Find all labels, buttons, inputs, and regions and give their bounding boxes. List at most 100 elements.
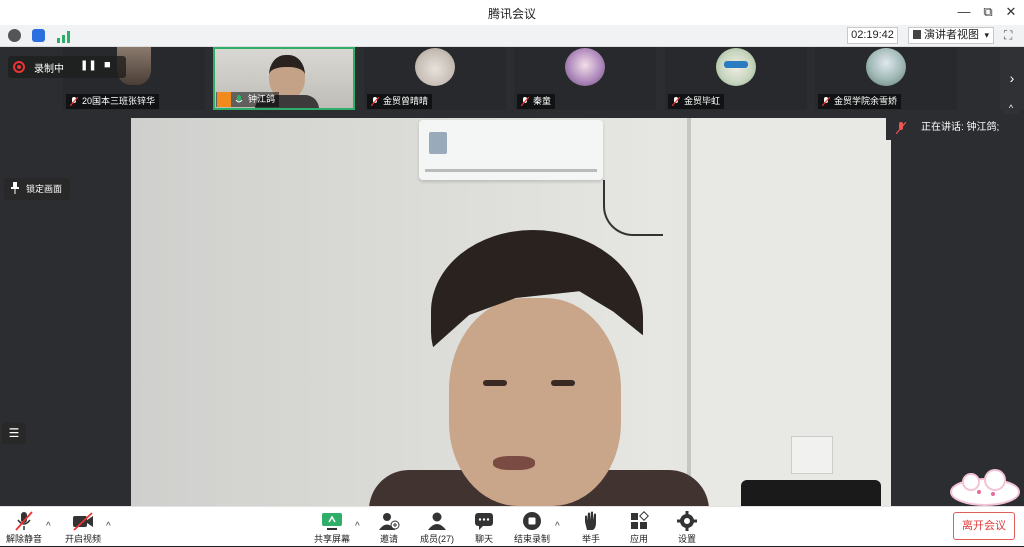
stop-recording-label: 结束录制 [513, 534, 550, 544]
person-mouth [493, 456, 535, 470]
stop-recording-button[interactable]: ■ [104, 59, 111, 71]
participant-tile[interactable]: 金贸毕虹 [665, 47, 807, 110]
next-participants-button[interactable]: › [1000, 47, 1024, 110]
shield-icon[interactable] [32, 29, 45, 42]
participant-name: 钟江鸽 [216, 92, 280, 107]
signal-icon[interactable] [57, 30, 71, 43]
air-conditioner [419, 120, 603, 180]
unmute-label: 解除静音 [5, 534, 42, 544]
ac-cable [603, 180, 663, 236]
avatar-scenery-icon [866, 48, 906, 86]
title-bar: 腾讯会议 — ⧉ ✕ [0, 0, 1024, 25]
decorative-sticker [945, 466, 1023, 506]
collapse-strip-button[interactable]: ^ [1003, 102, 1019, 114]
participant-name-text: 钟江鸽 [248, 94, 276, 104]
lock-view-button[interactable]: 锁定画面 [4, 178, 70, 200]
share-screen-label: 共享屏幕 [313, 534, 350, 544]
speaking-indicator: 正在讲话: 钟江鸽; [886, 116, 1024, 140]
speaker-video [131, 118, 891, 506]
apps-button[interactable]: 应用 [615, 511, 663, 547]
bag [741, 480, 881, 506]
settings-button[interactable]: 设置 [663, 511, 711, 547]
hand-icon [585, 511, 596, 530]
pause-recording-button[interactable]: ❚❚ [80, 60, 97, 71]
add-user-icon [379, 513, 400, 530]
unmute-button[interactable]: 解除静音 [0, 511, 48, 547]
stop-recording-toolbar-button[interactable]: 结束录制 [508, 511, 556, 547]
mic-muted-icon [371, 97, 379, 106]
participant-name-text: 金贸毕虹 [684, 96, 721, 106]
settings-label: 设置 [677, 534, 696, 544]
recording-label: 录制中 [34, 64, 64, 75]
raise-hand-label: 举手 [581, 534, 600, 544]
members-button[interactable]: 成员(27) [413, 511, 461, 547]
participant-name: 金贸学院余雪娇 [818, 94, 902, 109]
fullscreen-icon[interactable]: ⛶ [1004, 28, 1019, 43]
mic-muted-icon [672, 97, 680, 106]
participant-name: 20国本三班张锌华 [66, 94, 160, 109]
start-video-label: 开启视频 [64, 534, 101, 544]
view-mode-dropdown[interactable]: 演讲者视图 ▾ [908, 27, 994, 44]
mic-muted-icon [896, 122, 906, 134]
view-mode-label: 演讲者视图 [924, 29, 979, 41]
start-video-button[interactable]: 开启视频 [59, 511, 107, 547]
participant-strip: 20国本三班张锌华 钟江鸽 金贸曾晴晴 秦童 金贸毕虹 金贸学院余雪娇 录制中 … [0, 47, 1024, 118]
mic-muted-icon [15, 511, 33, 531]
mic-muted-icon [822, 97, 830, 106]
members-label: 成员(27) [419, 534, 454, 544]
restore-button[interactable]: ⧉ [978, 3, 998, 21]
share-screen-icon [322, 513, 342, 530]
chat-button[interactable]: 聊天 [460, 511, 508, 547]
speaking-label: 正在讲话: 钟江鸽; [921, 122, 1000, 133]
participant-tile[interactable]: 秦童 [514, 47, 656, 110]
info-icon[interactable] [8, 29, 21, 42]
list-icon[interactable]: ☰ [2, 422, 26, 444]
share-options-caret[interactable]: ^ [355, 521, 360, 532]
members-icon [428, 512, 446, 530]
glasses-icon [724, 61, 748, 68]
apps-label: 应用 [629, 534, 648, 544]
participant-name-text: 20国本三班张锌华 [82, 96, 156, 106]
gear-icon [677, 511, 697, 531]
camera-off-icon [73, 512, 93, 531]
leave-meeting-button[interactable]: 离开会议 [953, 512, 1015, 540]
lock-view-label: 锁定画面 [26, 184, 63, 194]
participant-tile[interactable]: 金贸学院余雪娇 [815, 47, 957, 110]
share-screen-button[interactable]: 共享屏幕 [308, 511, 356, 547]
ac-panel [429, 132, 447, 154]
minimize-button[interactable]: — [954, 3, 974, 21]
mic-muted-icon [70, 97, 78, 106]
invite-button[interactable]: 邀请 [365, 511, 413, 547]
apps-icon [631, 511, 649, 529]
person-eye [551, 380, 575, 386]
audio-options-caret[interactable]: ^ [46, 521, 51, 532]
recording-indicator: 录制中 ❚❚ ■ [8, 56, 126, 78]
main-stage: 锁定画面 ☰ 正在讲话: 钟江鸽; [0, 116, 1024, 506]
pin-icon [11, 182, 19, 194]
record-icon [13, 61, 25, 73]
meeting-toolbar: 02:19:42 演讲者视图 ▾ ⛶ [0, 25, 1024, 47]
avatar-anime-icon [565, 48, 605, 86]
invite-label: 邀请 [379, 534, 398, 544]
person-eye [483, 380, 507, 386]
raise-hand-button[interactable]: 举手 [567, 511, 615, 547]
control-bar: 解除静音 ^ 开启视频 ^ 共享屏幕 ^ 邀请 成员(27) 聊天 结束录制 ^… [0, 506, 1024, 546]
close-button[interactable]: ✕ [1001, 3, 1021, 21]
participant-name: 金贸毕虹 [668, 94, 725, 109]
chat-label: 聊天 [474, 534, 493, 544]
avatar-cat-icon [415, 48, 455, 86]
record-options-caret[interactable]: ^ [555, 521, 560, 532]
person-face [449, 298, 621, 506]
host-icon [217, 92, 231, 107]
video-options-caret[interactable]: ^ [106, 521, 111, 532]
stop-record-icon [523, 512, 541, 530]
mic-muted-icon [521, 97, 529, 106]
participant-name-text: 金贸曾晴晴 [383, 96, 429, 106]
wall-outlet [791, 436, 833, 474]
meeting-timer: 02:19:42 [847, 27, 898, 44]
participant-name: 金贸曾晴晴 [367, 94, 433, 109]
avatar-cat-glasses-icon [716, 48, 756, 86]
participant-tile[interactable]: 钟江鸽 [213, 47, 355, 110]
participant-name-text: 秦童 [533, 96, 552, 106]
participant-tile[interactable]: 金贸曾晴晴 [364, 47, 506, 110]
